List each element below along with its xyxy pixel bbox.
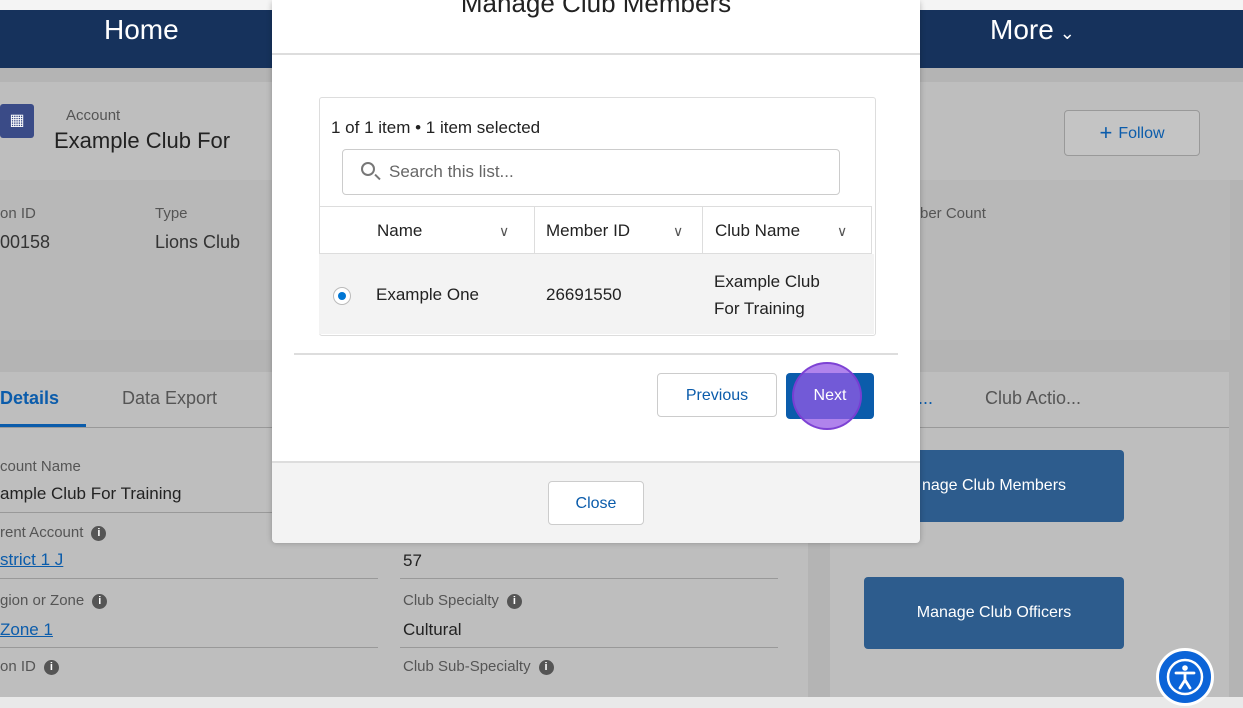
previous-button[interactable]: Previous	[657, 373, 777, 417]
column-club-name-label: Club Name	[715, 221, 801, 240]
cell-name: Example One	[376, 285, 479, 304]
cell-member-id: 26691550	[546, 285, 622, 304]
chevron-down-icon[interactable]: ∨	[673, 207, 683, 255]
item-count-text: 1 of 1 item • 1 item selected	[331, 118, 541, 137]
account-name-value: ample Club For Training	[0, 484, 182, 503]
parent-account-label-text: rent Account	[0, 524, 84, 541]
region-zone-label-text: gion or Zone	[0, 592, 85, 609]
account-icon: ▦	[0, 104, 34, 138]
chevron-down-icon: ⌄	[1059, 23, 1075, 43]
divider	[0, 647, 378, 648]
club-specialty-label-text: Club Specialty	[403, 592, 499, 609]
info-icon[interactable]: i	[506, 594, 522, 609]
modal-footer: Close	[272, 461, 920, 543]
club-specialty-label: Club Specialty i	[403, 592, 522, 609]
column-header-member-id[interactable]: Member ID ∨	[534, 206, 702, 254]
cell-club-name-line2: For Training	[714, 299, 805, 318]
club-subspecialty-label: Club Sub-Specialty i	[403, 658, 554, 675]
search-placeholder: Search this list...	[389, 162, 514, 181]
tab-club-actions[interactable]: Club Actio...	[985, 388, 1081, 409]
account-name-label: count Name	[0, 458, 81, 475]
region-zone-link[interactable]: Zone 1	[0, 620, 53, 640]
record-title: Example Club For	[54, 128, 231, 153]
column-header-club-name[interactable]: Club Name ∨	[702, 206, 872, 254]
accessibility-button[interactable]	[1156, 648, 1214, 706]
member-count-value: 57	[403, 551, 422, 570]
column-header-name[interactable]: Name ∨	[319, 206, 534, 254]
info-icon[interactable]: i	[538, 660, 554, 675]
cell-club-name-line1: Example Club	[714, 272, 820, 291]
object-label: Account	[66, 107, 121, 124]
tab-data-export[interactable]: Data Export	[122, 388, 217, 409]
highlight-type-label: Type	[155, 205, 188, 222]
highlight-id-label: on ID	[0, 205, 36, 222]
info-icon[interactable]: i	[43, 660, 59, 675]
search-input[interactable]: Search this list...	[342, 149, 840, 195]
manage-club-officers-button[interactable]: Manage Club Officers	[864, 577, 1124, 649]
region-zone-label: gion or Zone i	[0, 592, 108, 609]
chevron-down-icon[interactable]: ∨	[837, 207, 847, 255]
plus-icon: +	[1099, 120, 1113, 145]
highlight-type-value: Lions Club	[155, 232, 241, 252]
nav-more-label: More	[990, 14, 1054, 45]
parent-account-label: rent Account i	[0, 524, 107, 541]
club-specialty-value: Cultural	[403, 620, 462, 639]
parent-account-link[interactable]: strict 1 J	[0, 550, 63, 570]
info-icon[interactable]: i	[91, 526, 107, 541]
nav-more-menu[interactable]: More ⌄	[990, 14, 1075, 46]
next-button[interactable]: Next	[786, 373, 874, 419]
divider	[400, 578, 778, 579]
chevron-down-icon[interactable]: ∨	[499, 207, 509, 255]
divider	[0, 578, 378, 579]
club-id-label-text: on ID	[0, 658, 36, 675]
follow-button[interactable]: + Follow	[1064, 110, 1200, 156]
region-zone-link-text: Zone 1	[0, 620, 53, 639]
column-member-id-label: Member ID	[546, 221, 631, 240]
club-subspecialty-label-text: Club Sub-Specialty	[403, 658, 531, 675]
tab-overflow[interactable]: ...	[918, 388, 933, 409]
column-name-label: Name	[377, 221, 423, 240]
divider	[400, 647, 778, 648]
nav-home[interactable]: Home	[104, 14, 179, 46]
highlight-id-value: 00158	[0, 232, 51, 252]
tab-details[interactable]: Details	[0, 388, 59, 409]
list-footer-divider	[294, 353, 898, 355]
accessibility-icon	[1166, 658, 1204, 696]
club-id-label: on ID i	[0, 658, 59, 675]
close-button[interactable]: Close	[548, 481, 644, 525]
search-icon	[361, 162, 375, 176]
modal-title: Manage Club Members	[460, 0, 732, 18]
info-icon[interactable]: i	[92, 594, 108, 609]
highlight-count-label: ber Count	[920, 205, 986, 222]
follow-label: Follow	[1118, 125, 1165, 142]
manage-members-modal: Manage Club Members 1 of 1 item • 1 item…	[272, 0, 920, 543]
row-select-radio[interactable]	[333, 287, 351, 305]
modal-header-divider	[272, 53, 920, 55]
